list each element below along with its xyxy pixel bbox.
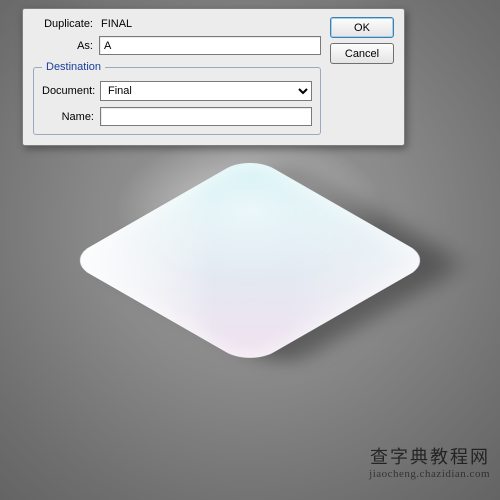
name-input[interactable] [100, 107, 312, 126]
as-label: As: [33, 40, 93, 52]
duplicate-label: Duplicate: [33, 18, 93, 30]
watermark-url: jiaocheng.chazidian.com [369, 468, 490, 482]
artwork-layer [66, 155, 434, 366]
watermark: 查字典教程网 jiaocheng.chazidian.com [369, 446, 490, 482]
duplicate-source-value: FINAL [99, 18, 132, 30]
destination-group: Destination Document: Final Name: [33, 61, 321, 135]
duplicate-dialog: Duplicate: FINAL As: Destination Documen… [22, 8, 405, 146]
cancel-button[interactable]: Cancel [330, 43, 394, 64]
destination-legend: Destination [42, 61, 105, 73]
ok-button[interactable]: OK [330, 17, 394, 38]
watermark-title: 查字典教程网 [369, 446, 490, 469]
as-input[interactable] [99, 36, 321, 55]
document-select[interactable]: Final [100, 81, 312, 101]
document-label: Document: [42, 85, 94, 97]
name-label: Name: [42, 111, 94, 123]
background-3d-artwork [66, 155, 434, 366]
